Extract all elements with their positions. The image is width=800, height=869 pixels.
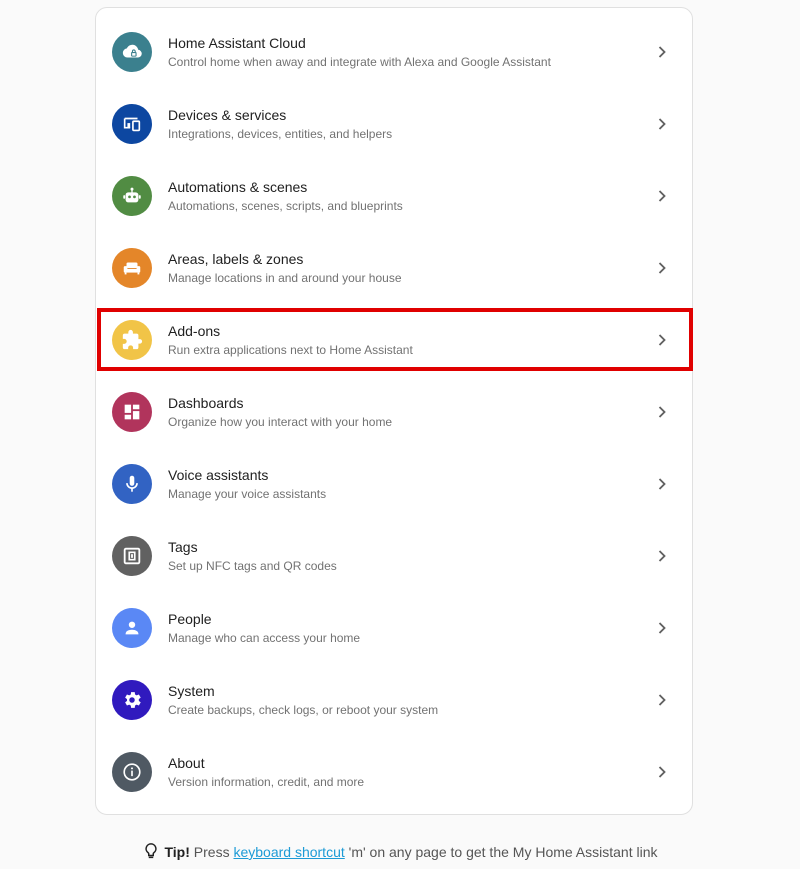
tip-prefix: Press — [193, 844, 230, 860]
menu-item-title: Dashboards — [168, 395, 244, 411]
settings-card: Home Assistant Cloud Control home when a… — [95, 7, 693, 815]
chevron-right-icon — [658, 766, 666, 778]
menu-item-system[interactable]: System Create backups, check logs, or re… — [96, 664, 692, 736]
microphone-icon — [112, 464, 152, 504]
chevron-right-icon — [658, 406, 666, 418]
menu-item-title: System — [168, 683, 215, 699]
menu-item-title: Tags — [168, 539, 198, 555]
tip-suffix: 'm' on any page to get the My Home Assis… — [348, 844, 658, 860]
menu-item-about[interactable]: About Version information, credit, and m… — [96, 736, 692, 808]
menu-item-title: People — [168, 611, 212, 627]
devices-icon — [112, 104, 152, 144]
dashboard-icon — [112, 392, 152, 432]
tip-label: Tip! — [164, 844, 190, 860]
menu-item-title: Voice assistants — [168, 467, 269, 483]
chevron-right-icon — [658, 118, 666, 130]
menu-item-automations-scenes[interactable]: Automations & scenes Automations, scenes… — [96, 160, 692, 232]
robot-icon — [112, 176, 152, 216]
info-icon — [112, 752, 152, 792]
menu-item-title: Home Assistant Cloud — [168, 35, 306, 51]
menu-item-subtitle: Create backups, check logs, or reboot yo… — [168, 703, 439, 717]
sofa-icon — [112, 248, 152, 288]
menu-item-subtitle: Control home when away and integrate wit… — [168, 55, 551, 69]
chevron-right-icon — [658, 622, 666, 634]
menu-item-dashboards[interactable]: Dashboards Organize how you interact wit… — [96, 376, 692, 448]
menu-item-subtitle: Organize how you interact with your home — [168, 415, 393, 429]
menu-item-subtitle: Automations, scenes, scripts, and bluepr… — [168, 199, 403, 213]
menu-item-subtitle: Set up NFC tags and QR codes — [168, 559, 337, 573]
tip-bar: Tip! Press keyboard shortcut 'm' on any … — [0, 841, 800, 861]
account-icon — [112, 608, 152, 648]
menu-item-subtitle: Run extra applications next to Home Assi… — [168, 343, 413, 357]
menu-item-devices-services[interactable]: Devices & services Integrations, devices… — [96, 88, 692, 160]
nfc-tag-icon — [112, 536, 152, 576]
chevron-right-icon — [658, 334, 666, 346]
menu-item-title: Automations & scenes — [168, 179, 308, 195]
menu-item-voice-assistants[interactable]: Voice assistants Manage your voice assis… — [96, 448, 692, 520]
menu-item-title: Devices & services — [168, 107, 287, 123]
menu-item-subtitle: Manage your voice assistants — [168, 487, 327, 501]
menu-item-title: Add-ons — [168, 323, 221, 339]
chevron-right-icon — [658, 190, 666, 202]
settings-menu-list: Home Assistant Cloud Control home when a… — [96, 16, 692, 808]
menu-item-subtitle: Version information, credit, and more — [168, 775, 365, 789]
menu-item-add-ons[interactable]: Add-ons Run extra applications next to H… — [96, 304, 692, 376]
menu-item-subtitle: Manage locations in and around your hous… — [168, 271, 402, 285]
chevron-right-icon — [658, 550, 666, 562]
menu-item-subtitle: Integrations, devices, entities, and hel… — [168, 127, 393, 141]
menu-item-title: Areas, labels & zones — [168, 251, 304, 267]
gear-icon — [112, 680, 152, 720]
menu-item-subtitle: Manage who can access your home — [168, 631, 361, 645]
chevron-right-icon — [658, 46, 666, 58]
menu-item-home-assistant-cloud[interactable]: Home Assistant Cloud Control home when a… — [96, 16, 692, 88]
menu-item-areas-labels-zones[interactable]: Areas, labels & zones Manage locations i… — [96, 232, 692, 304]
chevron-right-icon — [658, 478, 666, 490]
keyboard-shortcut-link[interactable]: keyboard shortcut — [233, 844, 344, 860]
chevron-right-icon — [658, 694, 666, 706]
menu-item-tags[interactable]: Tags Set up NFC tags and QR codes — [96, 520, 692, 592]
lightbulb-icon — [145, 843, 158, 859]
menu-item-title: About — [168, 755, 205, 771]
puzzle-icon — [112, 320, 152, 360]
menu-item-people[interactable]: People Manage who can access your home — [96, 592, 692, 664]
chevron-right-icon — [658, 262, 666, 274]
cloud-lock-icon — [112, 32, 152, 72]
